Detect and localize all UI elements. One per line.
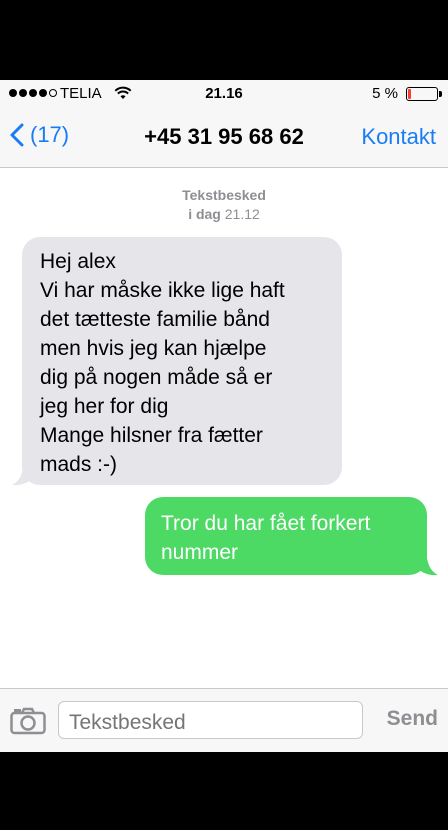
outgoing-message-bubble[interactable]: Tror du har fået forkert nummer — [145, 497, 427, 575]
message-type-label: Tekstbesked — [182, 187, 266, 203]
battery-percent: 5 % — [372, 85, 398, 102]
navigation-bar: (17) +45 31 95 68 62 Kontakt — [0, 108, 448, 168]
message-input[interactable] — [58, 701, 363, 739]
status-bar: TELIA 21.16 5 % — [0, 80, 448, 108]
timestamp-time: 21.12 — [224, 206, 260, 222]
top-bezel — [0, 0, 448, 80]
timestamp-day: i dag — [188, 206, 221, 222]
contact-button[interactable]: Kontakt — [361, 124, 436, 150]
battery-icon — [406, 87, 438, 101]
battery-tip — [439, 91, 442, 97]
phone-screen: TELIA 21.16 5 % (17) +45 31 95 68 62 Kon… — [0, 80, 448, 752]
battery-level-fill — [408, 89, 411, 99]
camera-icon[interactable] — [10, 707, 46, 740]
message-timestamp: Tekstbesked i dag 21.12 — [0, 186, 448, 224]
compose-bar: Send — [0, 688, 448, 752]
send-button[interactable]: Send — [387, 707, 438, 731]
bottom-bezel — [0, 752, 448, 830]
incoming-message-bubble[interactable]: Hej alex Vi har måske ikke lige haft det… — [22, 237, 342, 485]
